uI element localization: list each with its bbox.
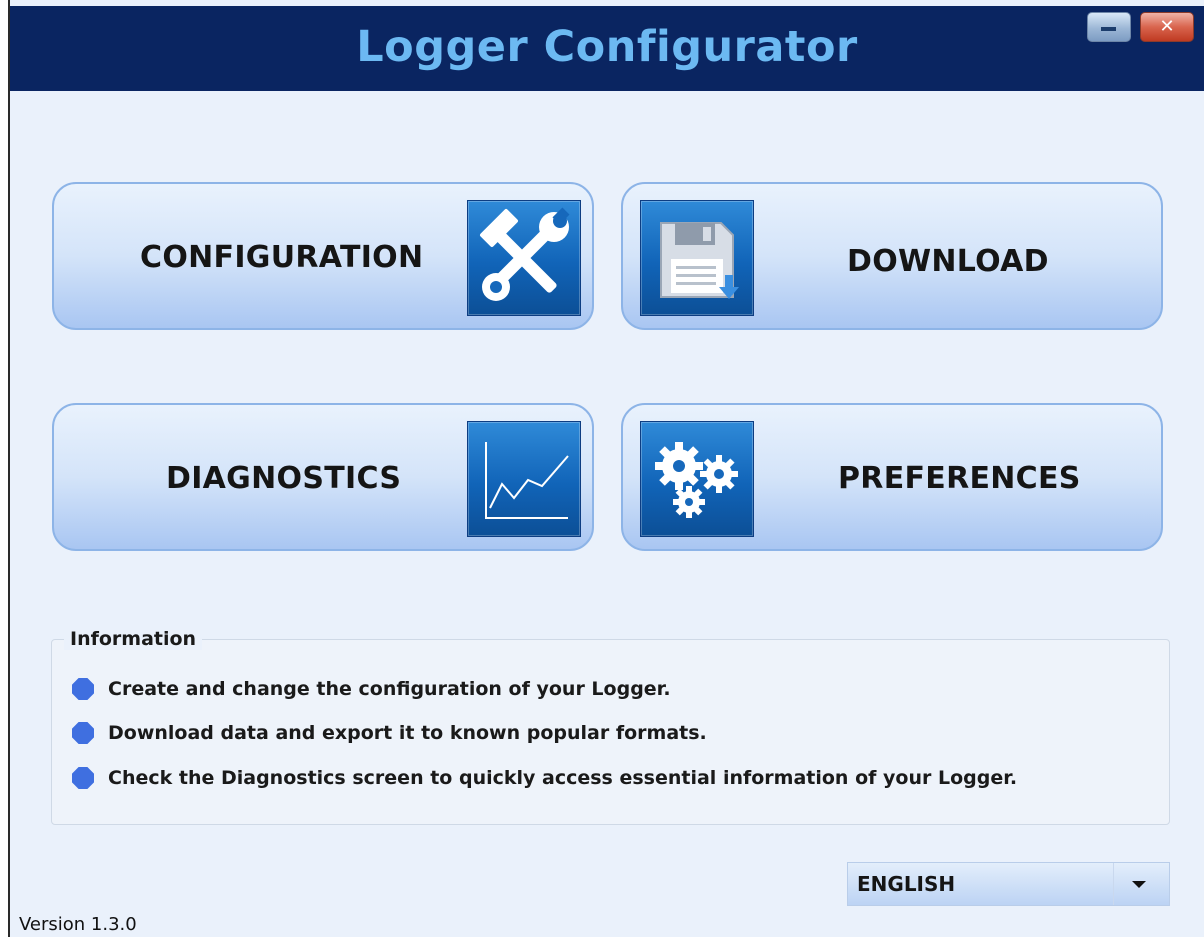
gears-icon [640, 421, 754, 537]
info-item-text: Download data and export it to known pop… [108, 722, 707, 744]
tools-icon [467, 200, 581, 316]
chevron-down-icon[interactable] [1132, 881, 1146, 888]
diagnostics-button[interactable]: DIAGNOSTICS [52, 403, 594, 551]
preferences-label: PREFERENCES [838, 461, 1081, 496]
line-chart-icon [467, 421, 581, 537]
download-button[interactable]: DOWNLOAD [621, 182, 1163, 330]
title-bar: Logger Configurator [10, 6, 1204, 91]
info-item-text: Create and change the configuration of y… [108, 678, 671, 700]
language-select[interactable]: ENGLISH [847, 862, 1170, 906]
configuration-button[interactable]: CONFIGURATION [52, 182, 594, 330]
information-title: Information [64, 628, 203, 650]
minimize-button[interactable] [1087, 12, 1131, 42]
preferences-button[interactable]: PREFERENCES [621, 403, 1163, 551]
configuration-label: CONFIGURATION [140, 240, 424, 275]
minimize-icon [1101, 27, 1116, 31]
diagnostics-label: DIAGNOSTICS [166, 461, 402, 496]
window-frame-edge [8, 0, 10, 937]
close-button[interactable]: ✕ [1140, 12, 1194, 42]
close-icon: ✕ [1159, 16, 1175, 37]
window-title: Logger Configurator [356, 22, 858, 72]
version-label: Version 1.3.0 [19, 914, 137, 935]
language-divider [1113, 863, 1114, 905]
floppy-download-icon [640, 200, 754, 316]
info-item-text: Check the Diagnostics screen to quickly … [108, 767, 1018, 789]
language-selected: ENGLISH [857, 872, 956, 896]
download-label: DOWNLOAD [847, 244, 1049, 279]
